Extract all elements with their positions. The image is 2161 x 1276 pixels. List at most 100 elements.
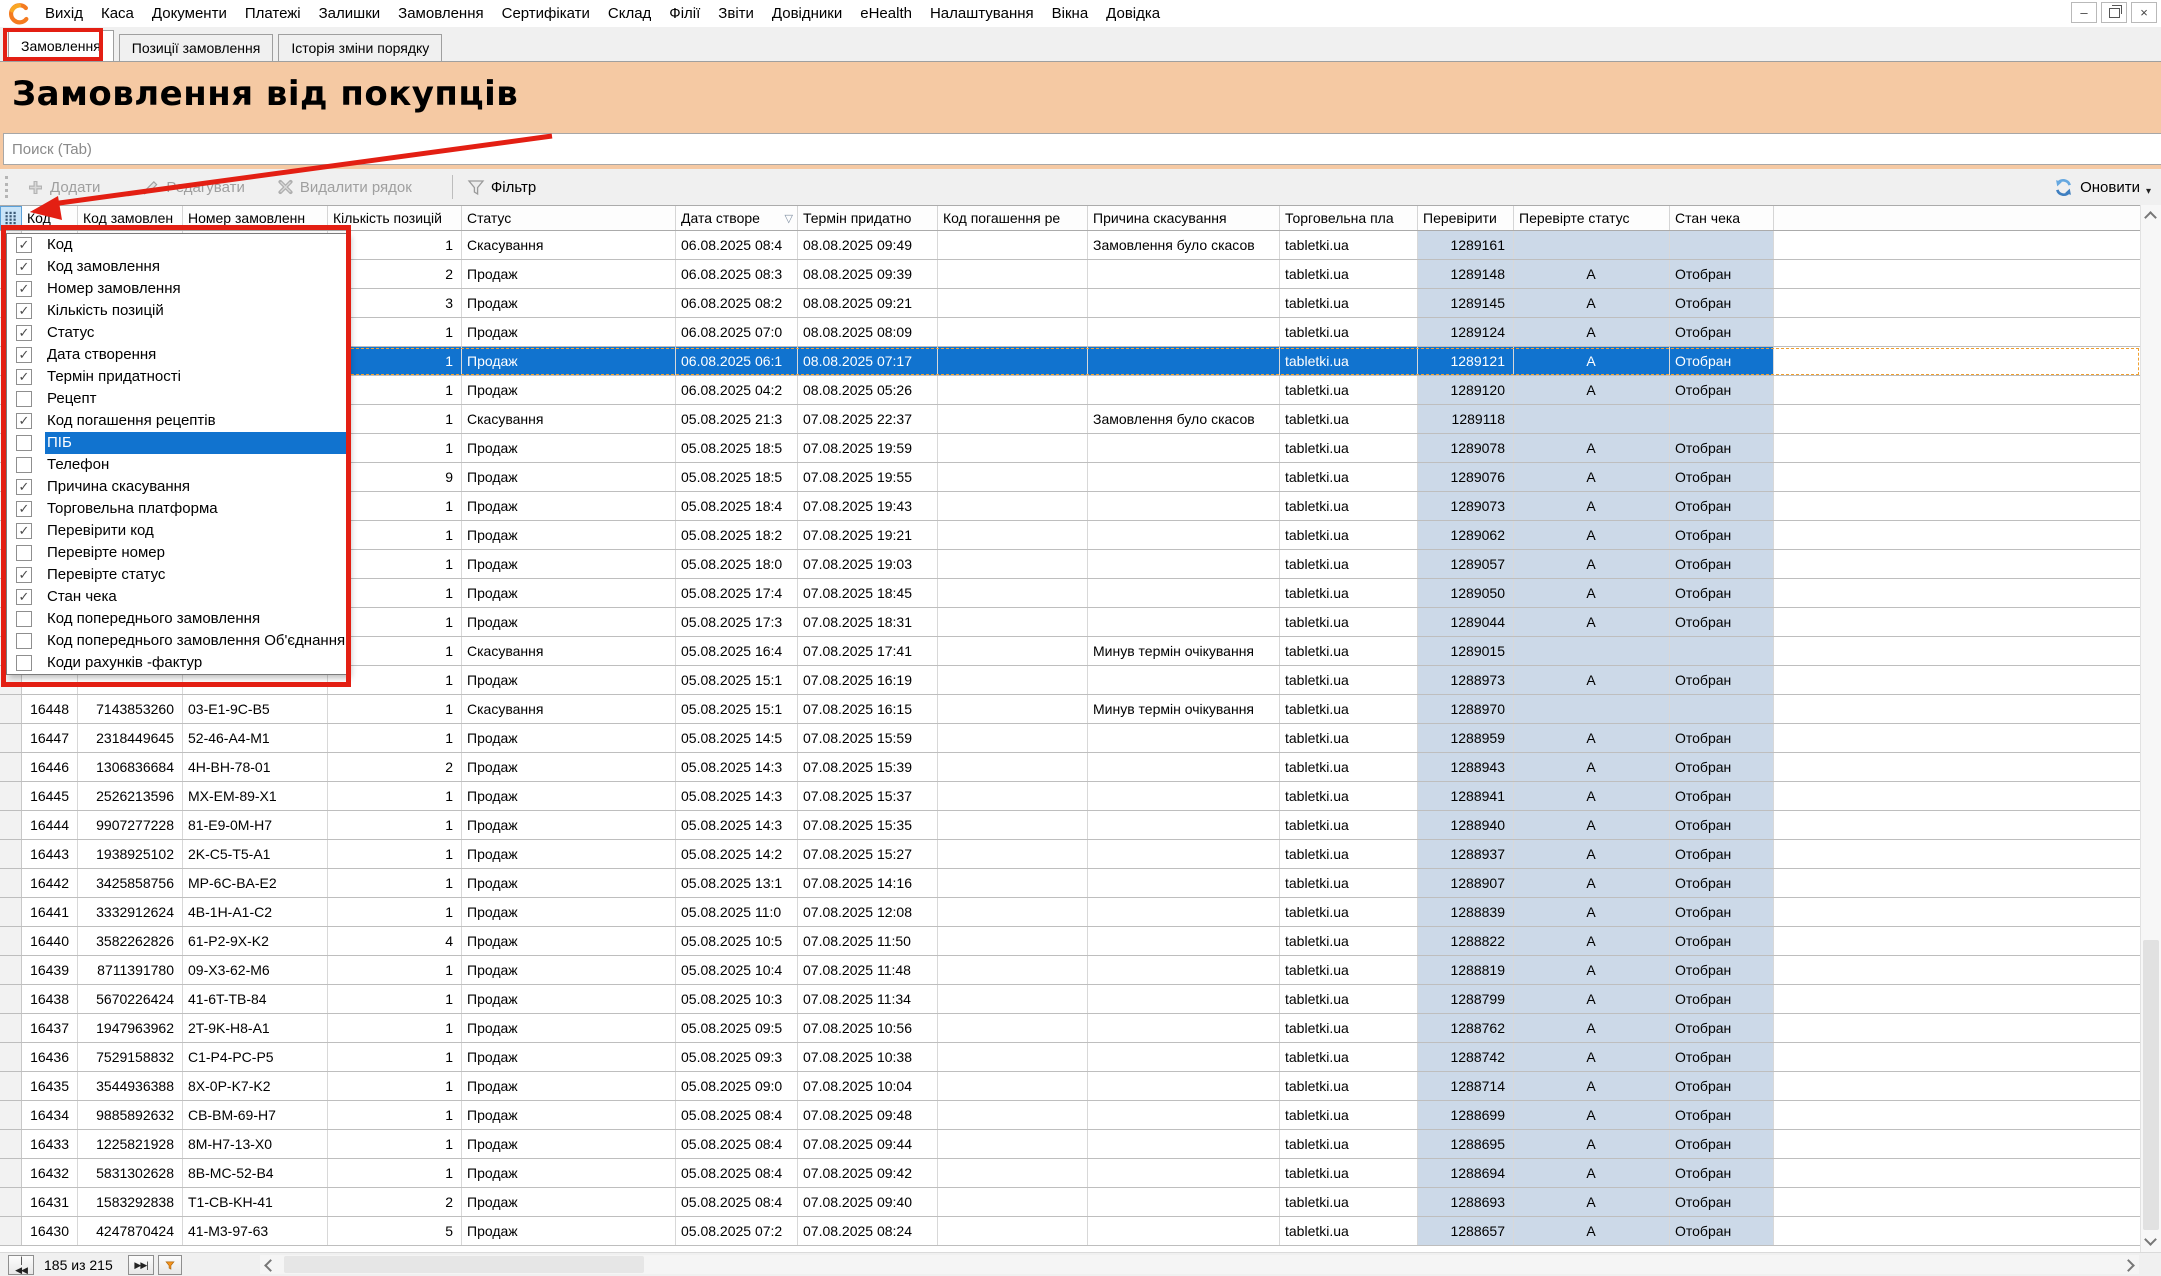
cell[interactable]: tabletki.ua bbox=[1280, 289, 1418, 317]
cell[interactable]: Продаж bbox=[462, 1014, 676, 1042]
table-row[interactable]: 16438567022642441-6T-TB-841Продаж05.08.2… bbox=[0, 985, 2140, 1014]
column-header-7[interactable]: Термін придатно bbox=[798, 206, 938, 230]
cell[interactable]: 1 bbox=[328, 1159, 462, 1187]
cell[interactable]: 16432 bbox=[22, 1159, 78, 1187]
cell[interactable]: А bbox=[1514, 289, 1670, 317]
cell[interactable]: 05.08.2025 08:4 bbox=[676, 1101, 798, 1129]
scroll-left-icon[interactable] bbox=[264, 1259, 277, 1272]
cell[interactable]: 2 bbox=[328, 1188, 462, 1216]
checkbox-checked-icon[interactable]: ✓ bbox=[16, 237, 32, 253]
cell[interactable]: 4 bbox=[328, 927, 462, 955]
cell[interactable]: 05.08.2025 18:0 bbox=[676, 550, 798, 578]
cell[interactable]: 09-X3-62-M6 bbox=[183, 956, 328, 984]
cell[interactable]: tabletki.ua bbox=[1280, 1188, 1418, 1216]
menu-item-4[interactable]: Платежі bbox=[236, 5, 310, 22]
cell[interactable]: 08.08.2025 09:21 bbox=[798, 289, 938, 317]
cell[interactable]: Отобран bbox=[1670, 260, 1774, 288]
checkbox-checked-icon[interactable]: ✓ bbox=[16, 259, 32, 275]
table-row[interactable]: 1643535449363888X-0P-K7-K21Продаж05.08.2… bbox=[0, 1072, 2140, 1101]
cell[interactable]: 8M-H7-13-X0 bbox=[183, 1130, 328, 1158]
cell[interactable]: Продаж bbox=[462, 753, 676, 781]
cell[interactable]: А bbox=[1514, 579, 1670, 607]
column-header-2[interactable]: Код замовлен bbox=[78, 206, 183, 230]
cell[interactable]: Отобран bbox=[1670, 521, 1774, 549]
cell[interactable]: А bbox=[1514, 782, 1670, 810]
cell[interactable]: 1288762 bbox=[1418, 1014, 1514, 1042]
column-chooser-item[interactable]: ✓Причина скасування bbox=[7, 476, 347, 498]
cell[interactable] bbox=[1088, 898, 1280, 926]
cell[interactable]: Отобран bbox=[1670, 869, 1774, 897]
cell[interactable]: 16444 bbox=[22, 811, 78, 839]
cell[interactable]: Замовлення було скасов bbox=[1088, 231, 1280, 259]
cell[interactable]: 06.08.2025 06:1 bbox=[676, 347, 798, 375]
cell[interactable] bbox=[1088, 927, 1280, 955]
menu-item-3[interactable]: Документи bbox=[143, 5, 236, 22]
cell[interactable] bbox=[938, 289, 1088, 317]
cell[interactable]: 2 bbox=[328, 260, 462, 288]
cell[interactable]: 1288907 bbox=[1418, 869, 1514, 897]
cell[interactable]: 41-6T-TB-84 bbox=[183, 985, 328, 1013]
cell[interactable]: 07.08.2025 11:48 bbox=[798, 956, 938, 984]
cell[interactable]: А bbox=[1514, 347, 1670, 375]
table-row[interactable]: 164349885892632CB-BM-69-H71Продаж05.08.2… bbox=[0, 1101, 2140, 1130]
cell[interactable]: Продаж bbox=[462, 840, 676, 868]
cell[interactable]: 3582262826 bbox=[78, 927, 183, 955]
cell[interactable] bbox=[938, 463, 1088, 491]
cell[interactable]: 1289057 bbox=[1418, 550, 1514, 578]
menu-item-8[interactable]: Склад bbox=[599, 5, 660, 22]
cell[interactable]: Скасування bbox=[462, 637, 676, 665]
cell[interactable]: А bbox=[1514, 840, 1670, 868]
cell[interactable]: tabletki.ua bbox=[1280, 1217, 1418, 1245]
pager-filter-button[interactable] bbox=[158, 1255, 182, 1275]
column-header-3[interactable]: Номер замовленн bbox=[183, 206, 328, 230]
checkbox-unchecked-icon[interactable] bbox=[16, 611, 32, 627]
first-page-button[interactable]: |◀◀ bbox=[8, 1255, 34, 1275]
table-row[interactable]: 16439871139178009-X3-62-M61Продаж05.08.2… bbox=[0, 956, 2140, 985]
cell[interactable]: 3544936388 bbox=[78, 1072, 183, 1100]
cell[interactable]: 41-M3-97-63 bbox=[183, 1217, 328, 1245]
cell[interactable]: Продаж bbox=[462, 1159, 676, 1187]
cell[interactable] bbox=[938, 260, 1088, 288]
cell[interactable] bbox=[1088, 1014, 1280, 1042]
cell[interactable] bbox=[938, 1188, 1088, 1216]
cell[interactable]: 07.08.2025 16:19 bbox=[798, 666, 938, 694]
cell[interactable]: Минув термін очікування bbox=[1088, 695, 1280, 723]
cell[interactable]: 1938925102 bbox=[78, 840, 183, 868]
cell[interactable]: 1 bbox=[328, 1072, 462, 1100]
cell[interactable] bbox=[1088, 289, 1280, 317]
cell[interactable] bbox=[1514, 231, 1670, 259]
table-row[interactable]: 164452526213596MX-EM-89-X11Продаж05.08.2… bbox=[0, 782, 2140, 811]
cell[interactable]: 07.08.2025 08:24 bbox=[798, 1217, 938, 1245]
cell[interactable]: Продаж bbox=[462, 492, 676, 520]
cell[interactable]: 1288959 bbox=[1418, 724, 1514, 752]
cell[interactable]: 5670226424 bbox=[78, 985, 183, 1013]
cell[interactable]: 1288822 bbox=[1418, 927, 1514, 955]
cell[interactable]: Продаж bbox=[462, 608, 676, 636]
menu-item-7[interactable]: Сертифікати bbox=[493, 5, 599, 22]
cell[interactable]: Отобран bbox=[1670, 1188, 1774, 1216]
cell[interactable] bbox=[1088, 1159, 1280, 1187]
cell[interactable]: 52-46-A4-M1 bbox=[183, 724, 328, 752]
cell[interactable]: 07.08.2025 15:37 bbox=[798, 782, 938, 810]
cell[interactable]: 07.08.2025 15:39 bbox=[798, 753, 938, 781]
cell[interactable]: tabletki.ua bbox=[1280, 985, 1418, 1013]
cell[interactable]: Отобран bbox=[1670, 811, 1774, 839]
cell[interactable]: Отобран bbox=[1670, 666, 1774, 694]
column-chooser-item[interactable]: Телефон bbox=[7, 454, 347, 476]
table-row[interactable]: 1644133329126244B-1H-A1-C21Продаж05.08.2… bbox=[0, 898, 2140, 927]
cell[interactable] bbox=[1088, 347, 1280, 375]
cell[interactable]: Продаж bbox=[462, 1101, 676, 1129]
cell[interactable]: 1289015 bbox=[1418, 637, 1514, 665]
cell[interactable] bbox=[938, 434, 1088, 462]
cell[interactable]: 07.08.2025 19:03 bbox=[798, 550, 938, 578]
cell[interactable] bbox=[1088, 666, 1280, 694]
cell[interactable]: 07.08.2025 09:48 bbox=[798, 1101, 938, 1129]
cell[interactable]: 1 bbox=[328, 869, 462, 897]
cell[interactable]: tabletki.ua bbox=[1280, 492, 1418, 520]
cell[interactable]: Отобран bbox=[1670, 1014, 1774, 1042]
cell[interactable] bbox=[1514, 695, 1670, 723]
cell[interactable]: 08.08.2025 07:17 bbox=[798, 347, 938, 375]
cell[interactable]: А bbox=[1514, 1159, 1670, 1187]
cell[interactable]: 05.08.2025 07:2 bbox=[676, 1217, 798, 1245]
cell[interactable]: А bbox=[1514, 260, 1670, 288]
